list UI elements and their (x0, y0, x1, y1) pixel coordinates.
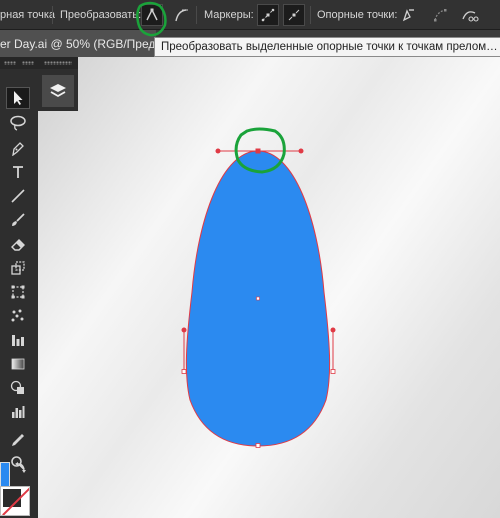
artwork (136, 1, 336, 448)
handle-point[interactable] (330, 327, 336, 333)
handle-point[interactable] (298, 148, 304, 154)
anchor-point[interactable] (181, 369, 187, 374)
annotation-circle-button (136, 1, 167, 37)
handle-point[interactable] (215, 148, 221, 154)
anchor-point[interactable] (255, 443, 261, 448)
anchor-point[interactable] (330, 369, 336, 374)
center-point (256, 296, 260, 301)
handle-point[interactable] (181, 327, 187, 333)
tooltip: Преобразовать выделенные опорные точки к… (154, 37, 500, 57)
anchor-point[interactable] (255, 148, 261, 154)
illustrator-window: рная точка Преобразовать: Маркеры: Опорн… (0, 0, 500, 518)
